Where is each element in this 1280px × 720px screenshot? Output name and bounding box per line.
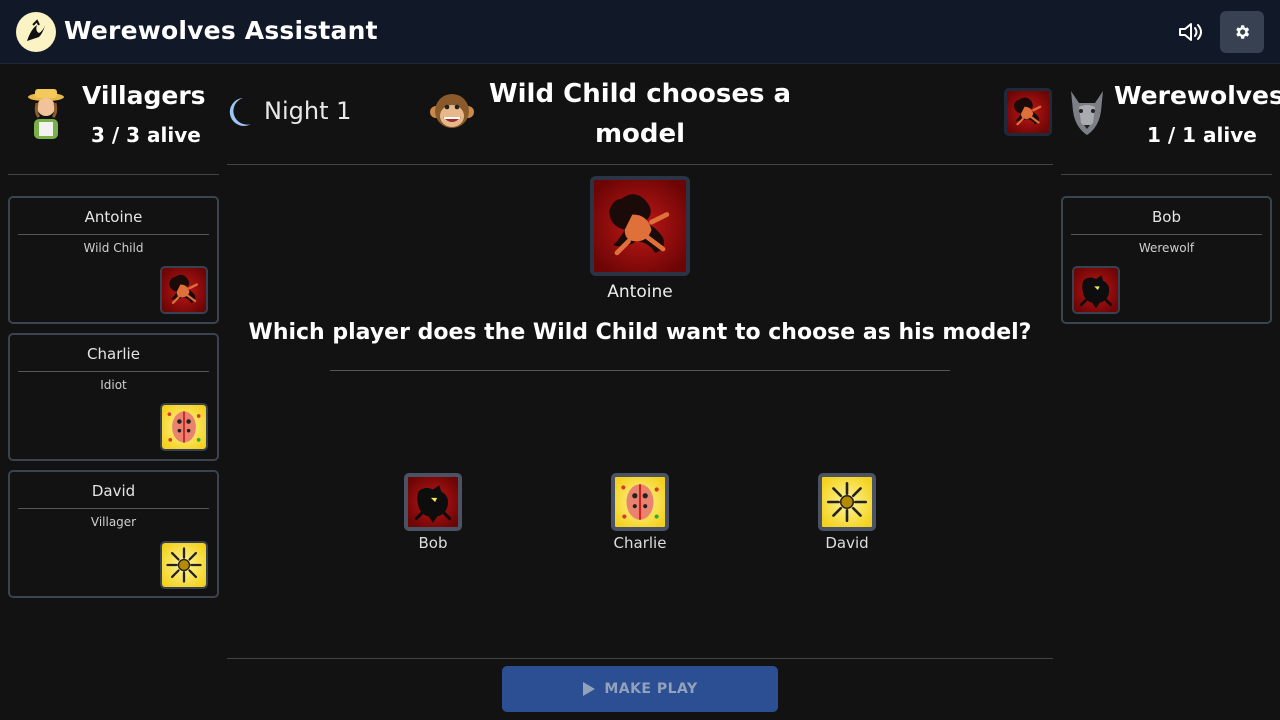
phase-label: Night 1: [264, 97, 352, 125]
player-name: Charlie: [87, 345, 140, 363]
player-role: Villager: [90, 515, 137, 529]
villager-card-icon: [160, 541, 208, 589]
werewolves-title: Werewolves: [1114, 81, 1280, 110]
farmer-icon: [24, 86, 68, 142]
player-card-david[interactable]: David Villager: [8, 470, 219, 598]
villagers-title: Villagers: [82, 81, 206, 110]
wild-child-card-icon: [594, 180, 686, 272]
wolf-icon: [1065, 86, 1109, 142]
settings-button[interactable]: [1220, 11, 1264, 53]
choice-charlie[interactable]: Charlie: [595, 473, 685, 557]
sound-button[interactable]: [1174, 16, 1208, 48]
moon-icon: [225, 96, 253, 132]
center-divider: [227, 164, 1053, 165]
divider: [1071, 234, 1262, 235]
werewolves-divider: [1061, 174, 1272, 175]
choice-label: Bob: [418, 534, 448, 552]
choice-label: David: [825, 534, 869, 552]
make-play-label: MAKE PLAY: [604, 681, 698, 697]
monkey-icon: [430, 90, 474, 134]
idiot-card-icon: [611, 473, 669, 531]
choice-label: Charlie: [613, 534, 667, 552]
wild-child-card-icon: [160, 266, 208, 314]
play-icon: [583, 682, 596, 696]
footer-divider: [227, 658, 1053, 659]
choice-bob[interactable]: Bob: [388, 473, 478, 557]
gear-icon: [1236, 25, 1250, 39]
player-card-bob[interactable]: Bob Werewolf: [1061, 196, 1272, 324]
divider: [18, 234, 209, 235]
player-name: Bob: [1152, 208, 1181, 226]
app-logo-icon: [16, 12, 56, 52]
player-role: Wild Child: [83, 241, 144, 255]
werewolves-alive-count: 1 / 1 alive: [1147, 123, 1257, 147]
current-player-card: [590, 176, 690, 276]
player-card-antoine[interactable]: Antoine Wild Child: [8, 196, 219, 324]
speaker-icon: [1179, 23, 1202, 41]
villagers-alive-count: 3 / 3 alive: [91, 123, 201, 147]
player-card-charlie[interactable]: Charlie Idiot: [8, 333, 219, 461]
choice-david[interactable]: David: [802, 473, 892, 557]
play-question: Which player does the Wild Child want to…: [248, 320, 1032, 345]
app-title: Werewolves Assistant: [64, 16, 378, 45]
player-role: Idiot: [100, 378, 127, 392]
step-title: Wild Child chooses a model: [488, 79, 792, 149]
wild-child-role-card[interactable]: [1004, 88, 1052, 136]
villagers-divider: [8, 174, 219, 175]
idiot-card-icon: [160, 403, 208, 451]
make-play-button[interactable]: MAKE PLAY: [502, 666, 778, 712]
werewolf-card-icon: [1072, 266, 1120, 314]
player-name: David: [91, 482, 136, 500]
werewolf-card-icon: [404, 473, 462, 531]
player-name: Antoine: [84, 208, 143, 226]
top-bar: Werewolves Assistant: [0, 0, 1280, 64]
player-role: Werewolf: [1138, 241, 1195, 255]
question-divider: [330, 370, 950, 371]
divider: [18, 508, 209, 509]
current-player-name: Antoine: [607, 282, 673, 302]
divider: [18, 371, 209, 372]
villager-card-icon: [818, 473, 876, 531]
